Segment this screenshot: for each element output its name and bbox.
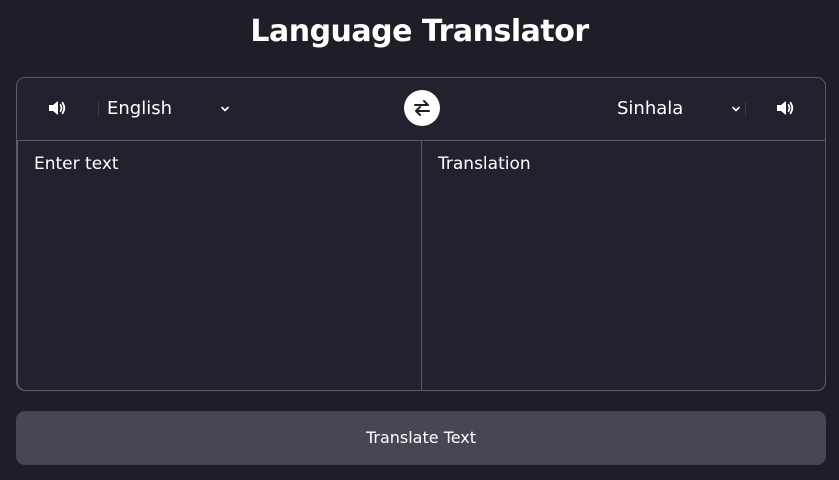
divider <box>98 102 99 116</box>
source-text-input[interactable]: Enter text <box>17 140 422 391</box>
to-speaker-icon[interactable] <box>775 99 797 119</box>
from-language-label: English <box>107 98 172 119</box>
translate-button[interactable]: Translate Text <box>16 411 826 465</box>
source-placeholder: Enter text <box>34 154 119 174</box>
chevron-down-icon <box>221 106 229 112</box>
from-speaker-icon[interactable] <box>47 99 69 119</box>
controls-row: English Sinhala <box>17 78 825 140</box>
to-language-select[interactable]: Sinhala <box>617 96 745 122</box>
to-language-label: Sinhala <box>617 98 684 119</box>
from-language-select[interactable]: English <box>107 96 233 122</box>
translation-output[interactable]: Translation <box>421 140 826 391</box>
swap-arrows-icon <box>414 100 430 116</box>
divider <box>745 102 746 116</box>
swap-languages-button[interactable] <box>404 90 440 126</box>
chevron-down-icon <box>732 106 740 112</box>
translation-placeholder: Translation <box>438 154 531 174</box>
page-title: Language Translator <box>250 14 589 49</box>
translator-panel: English Sinhala Enter text Translation <box>16 77 826 391</box>
